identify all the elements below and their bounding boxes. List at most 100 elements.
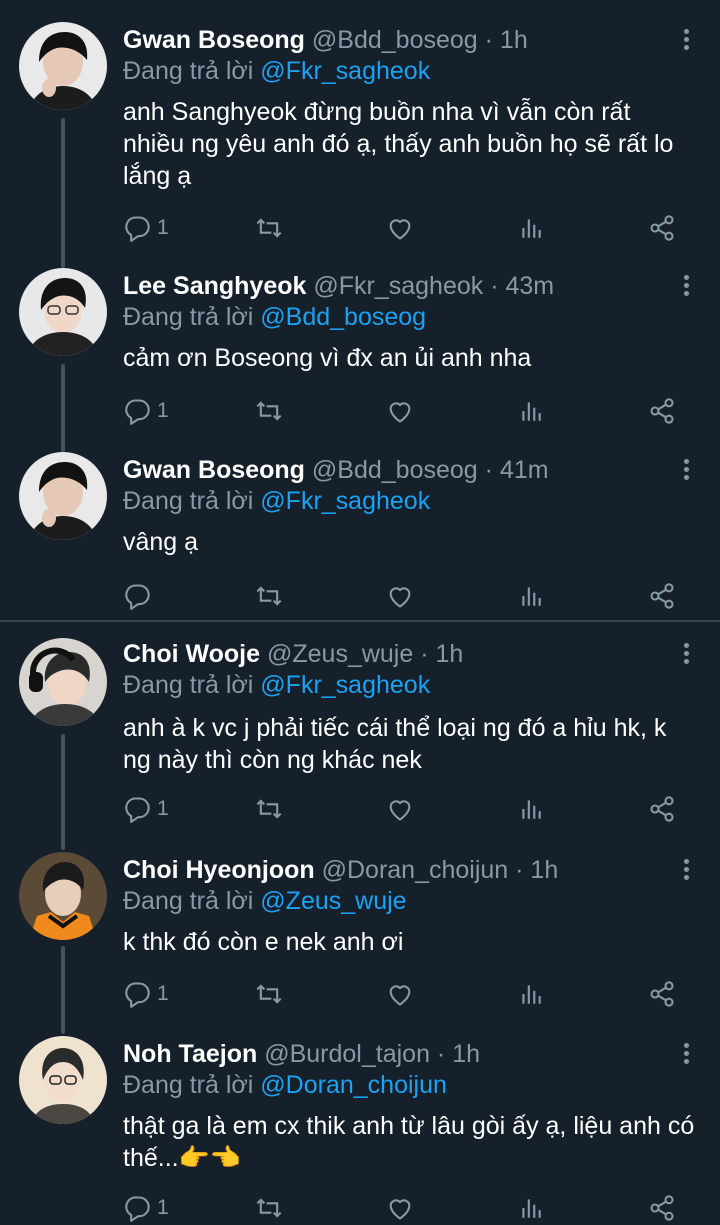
- replying-to-handle[interactable]: @Zeus_wuje: [260, 887, 406, 915]
- avatar[interactable]: [19, 268, 107, 356]
- share-icon: [648, 1194, 676, 1222]
- tweet-actions: 1: [123, 792, 683, 826]
- tweet-actions: 1: [123, 394, 683, 428]
- display-name[interactable]: Choi Wooje: [123, 640, 260, 668]
- more-options-icon[interactable]: [678, 640, 694, 668]
- handle-time: @Burdol_tajon · 1h: [264, 1040, 481, 1068]
- replying-to-handle[interactable]: @Bdd_boseog: [260, 303, 426, 331]
- analytics-button[interactable]: [518, 792, 544, 826]
- share-icon: [648, 582, 676, 610]
- stats-icon: [518, 215, 544, 241]
- share-icon: [648, 214, 676, 242]
- replying-to-handle[interactable]: @Fkr_sagheok: [260, 671, 430, 699]
- display-name[interactable]: Noh Taejon: [123, 1040, 257, 1068]
- reply-icon: [123, 582, 151, 610]
- tweet-actions: [123, 579, 683, 613]
- reply-button[interactable]: 1: [123, 211, 169, 245]
- avatar[interactable]: [19, 22, 107, 110]
- retweet-button[interactable]: [255, 1191, 283, 1225]
- replying-to-label: Đang trả lời: [123, 671, 254, 699]
- stats-icon: [518, 1195, 544, 1221]
- analytics-button[interactable]: [518, 211, 544, 245]
- retweet-button[interactable]: [255, 579, 283, 613]
- retweet-icon: [255, 214, 283, 242]
- replying-to-label: Đang trả lời: [123, 303, 254, 331]
- share-button[interactable]: [648, 977, 676, 1011]
- like-button[interactable]: [386, 579, 414, 613]
- more-options-icon[interactable]: [678, 1040, 694, 1068]
- display-name[interactable]: Gwan Boseong: [123, 456, 305, 484]
- reply-count: 1: [157, 797, 169, 820]
- handle-time: @Doran_choijun · 1h: [321, 856, 559, 884]
- retweet-button[interactable]: [255, 394, 283, 428]
- like-button[interactable]: [386, 977, 414, 1011]
- reply-button[interactable]: 1: [123, 792, 169, 826]
- display-name[interactable]: Choi Hyeonjoon: [123, 856, 315, 884]
- share-button[interactable]: [648, 792, 676, 826]
- more-options-icon[interactable]: [678, 272, 694, 300]
- analytics-button[interactable]: [518, 579, 544, 613]
- share-button[interactable]: [648, 579, 676, 613]
- retweet-button[interactable]: [255, 792, 283, 826]
- reply-icon: [123, 795, 151, 823]
- thread-line: [61, 946, 65, 1034]
- reply-count: 1: [157, 216, 169, 239]
- reply-button[interactable]: 1: [123, 977, 169, 1011]
- heart-icon: [386, 795, 414, 823]
- handle-time: @Fkr_sagheok · 43m: [313, 272, 555, 300]
- replying-to-label: Đang trả lời: [123, 57, 254, 85]
- tweet-actions: 1: [123, 211, 683, 245]
- like-button[interactable]: [386, 211, 414, 245]
- stats-icon: [518, 583, 544, 609]
- heart-icon: [386, 582, 414, 610]
- share-button[interactable]: [648, 394, 676, 428]
- replying-to-handle[interactable]: @Doran_choijun: [260, 1071, 447, 1099]
- stats-icon: [518, 398, 544, 424]
- analytics-button[interactable]: [518, 977, 544, 1011]
- more-options-icon[interactable]: [678, 856, 694, 884]
- avatar[interactable]: [19, 852, 107, 940]
- tweet-actions: 1: [123, 1191, 683, 1225]
- share-icon: [648, 980, 676, 1008]
- display-name[interactable]: Gwan Boseong: [123, 26, 305, 54]
- replying-to: Đang trả lời @Zeus_wuje: [123, 883, 407, 919]
- replying-to: Đang trả lời @Fkr_sagheok: [123, 483, 430, 519]
- retweet-icon: [255, 795, 283, 823]
- replying-to: Đang trả lời @Fkr_sagheok: [123, 667, 430, 703]
- tweet-actions: 1: [123, 977, 683, 1011]
- display-name[interactable]: Lee Sanghyeok: [123, 272, 306, 300]
- tweet-text: thật ga là em cx thik anh từ lâu gòi ấy …: [123, 1112, 695, 1172]
- reply-button[interactable]: [123, 579, 157, 613]
- like-button[interactable]: [386, 1191, 414, 1225]
- reply-button[interactable]: 1: [123, 394, 169, 428]
- thread-line: [61, 364, 65, 452]
- retweet-icon: [255, 980, 283, 1008]
- share-button[interactable]: [648, 1191, 676, 1225]
- more-options-icon[interactable]: [678, 456, 694, 484]
- replying-to-handle[interactable]: @Fkr_sagheok: [260, 487, 430, 515]
- reply-icon: [123, 397, 151, 425]
- like-button[interactable]: [386, 394, 414, 428]
- retweet-button[interactable]: [255, 211, 283, 245]
- heart-icon: [386, 214, 414, 242]
- analytics-button[interactable]: [518, 1191, 544, 1225]
- share-button[interactable]: [648, 211, 676, 245]
- avatar[interactable]: [19, 638, 107, 726]
- avatar[interactable]: [19, 452, 107, 540]
- analytics-button[interactable]: [518, 394, 544, 428]
- like-button[interactable]: [386, 792, 414, 826]
- more-options-icon[interactable]: [678, 26, 694, 54]
- heart-icon: [386, 980, 414, 1008]
- reply-button[interactable]: 1: [123, 1191, 169, 1225]
- retweet-button[interactable]: [255, 977, 283, 1011]
- handle-time: @Zeus_wuje · 1h: [266, 640, 464, 668]
- replying-to: Đang trả lời @Bdd_boseog: [123, 299, 426, 335]
- thread-divider: [0, 620, 720, 622]
- handle-time: @Bdd_boseog · 41m: [311, 456, 549, 484]
- thread-line: [61, 734, 65, 850]
- replying-to: Đang trả lời @Doran_choijun: [123, 1067, 447, 1103]
- replying-to-handle[interactable]: @Fkr_sagheok: [260, 57, 430, 85]
- heart-icon: [386, 1194, 414, 1222]
- thread-line: [61, 118, 65, 268]
- avatar[interactable]: [19, 1036, 107, 1124]
